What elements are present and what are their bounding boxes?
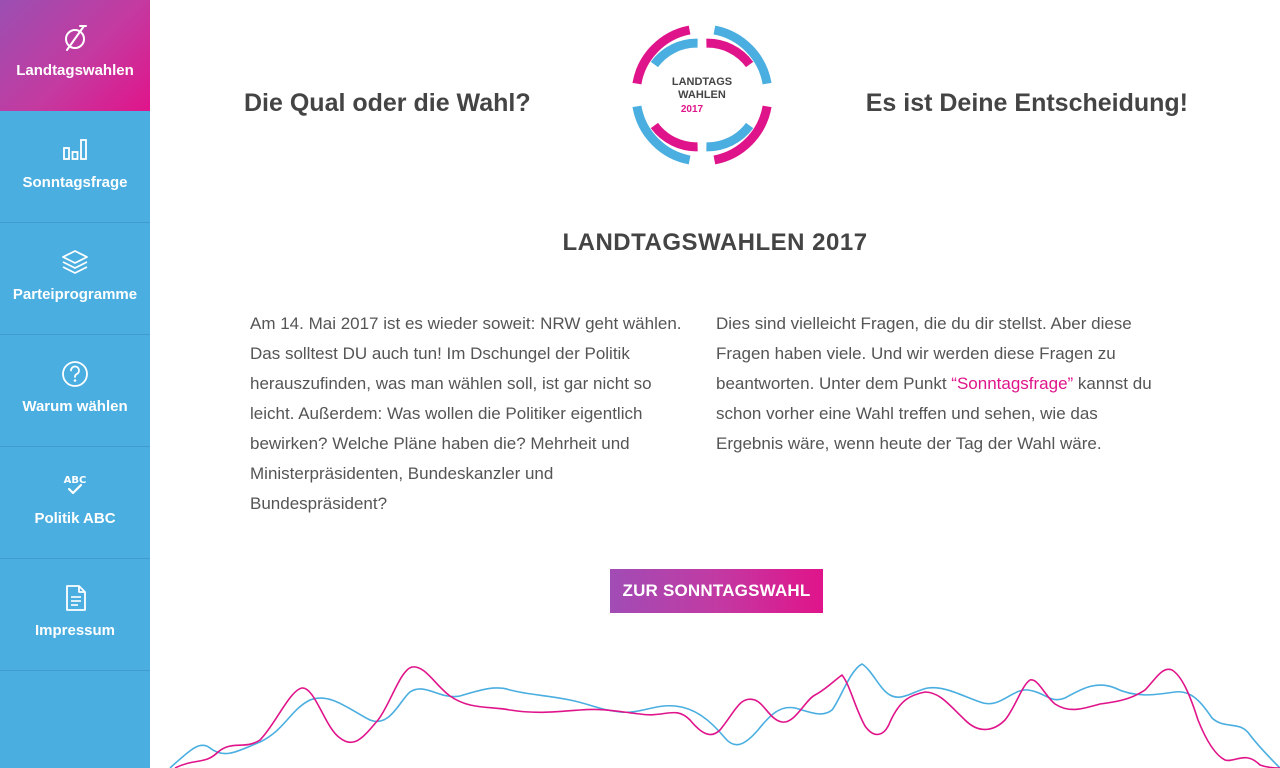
document-icon [59,582,91,614]
sidebar-item-label: Politik ABC [34,510,116,527]
sidebar-item-parteiprogramme[interactable]: Parteiprogramme [0,224,150,335]
sidebar-item-sonntagsfrage[interactable]: Sonntagsfrage [0,112,150,223]
sonntagsfrage-link[interactable]: “Sonntagsfrage” [951,374,1073,393]
sidebar-item-politik-abc[interactable]: ABC Politik ABC [0,448,150,559]
info-paragraph: Dies sind vielleicht Fragen, die du dir … [716,309,1156,459]
landtagswahlen-logo: LANDTAGS WAHLEN 2017 [628,22,776,168]
sidebar-item-landtagswahlen[interactable]: Landtagswahlen [0,0,150,111]
sidebar: Landtagswahlen Sonntagsfrage Parteiprogr… [0,0,150,768]
wave-line-magenta [174,666,1280,768]
layers-icon [59,246,91,278]
abc-check-icon: ABC [59,470,91,502]
decorative-wave-lines [150,640,1280,768]
ballot-icon [59,22,91,54]
zur-sonntagswahl-button[interactable]: ZUR SONNTAGSWAHL [610,569,823,613]
svg-text:ABC: ABC [64,475,87,486]
sidebar-item-label: Parteiprogramme [12,286,138,303]
page-title: LANDTAGSWAHLEN 2017 [562,229,868,256]
wave-line-blue [169,663,1280,768]
logo-line2: WAHLEN [678,89,726,101]
sidebar-item-impressum[interactable]: Impressum [0,560,150,671]
logo-line1: LANDTAGS [672,76,732,88]
question-icon [59,358,91,390]
logo-year: 2017 [681,104,704,115]
intro-paragraph: Am 14. Mai 2017 ist es wieder soweit: NR… [250,314,682,513]
bar-chart-icon [59,134,91,166]
sidebar-item-label: Sonntagsfrage [22,174,128,191]
headline-right: Es ist Deine Entscheidung! [865,89,1188,117]
headline-left: Die Qual oder die Wahl? [244,89,531,117]
sidebar-item-warum-waehlen[interactable]: Warum wählen [0,336,150,447]
sidebar-item-label: Warum wählen [22,398,128,415]
sidebar-item-label: Landtagswahlen [16,62,134,79]
sidebar-item-label: Impressum [34,622,116,639]
